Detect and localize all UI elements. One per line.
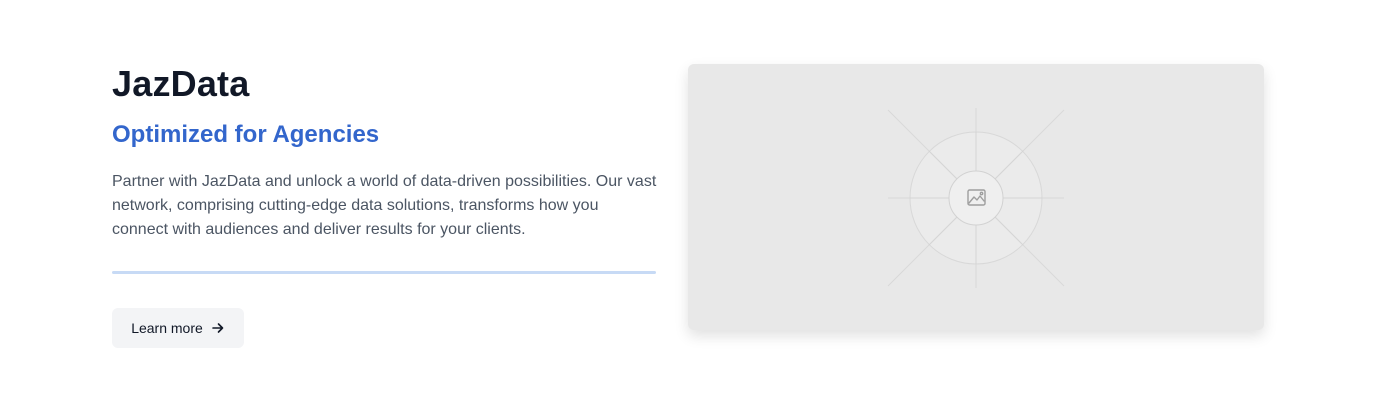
accent-divider — [112, 271, 656, 274]
hero-subtitle: Optimized for Agencies — [112, 121, 380, 148]
placeholder-graphic — [887, 108, 1065, 288]
learn-more-label: Learn more — [131, 320, 203, 336]
hero-description: Partner with JazData and unlock a world … — [112, 173, 657, 238]
hero-section: JazData Optimized for Agencies Partner w… — [0, 0, 1376, 412]
image-placeholder — [688, 64, 1264, 330]
page-title: JazData — [112, 63, 250, 104]
hero-text-column: JazData Optimized for Agencies Partner w… — [112, 60, 657, 242]
arrow-right-icon — [211, 323, 224, 333]
learn-more-button[interactable]: Learn more — [112, 308, 244, 348]
